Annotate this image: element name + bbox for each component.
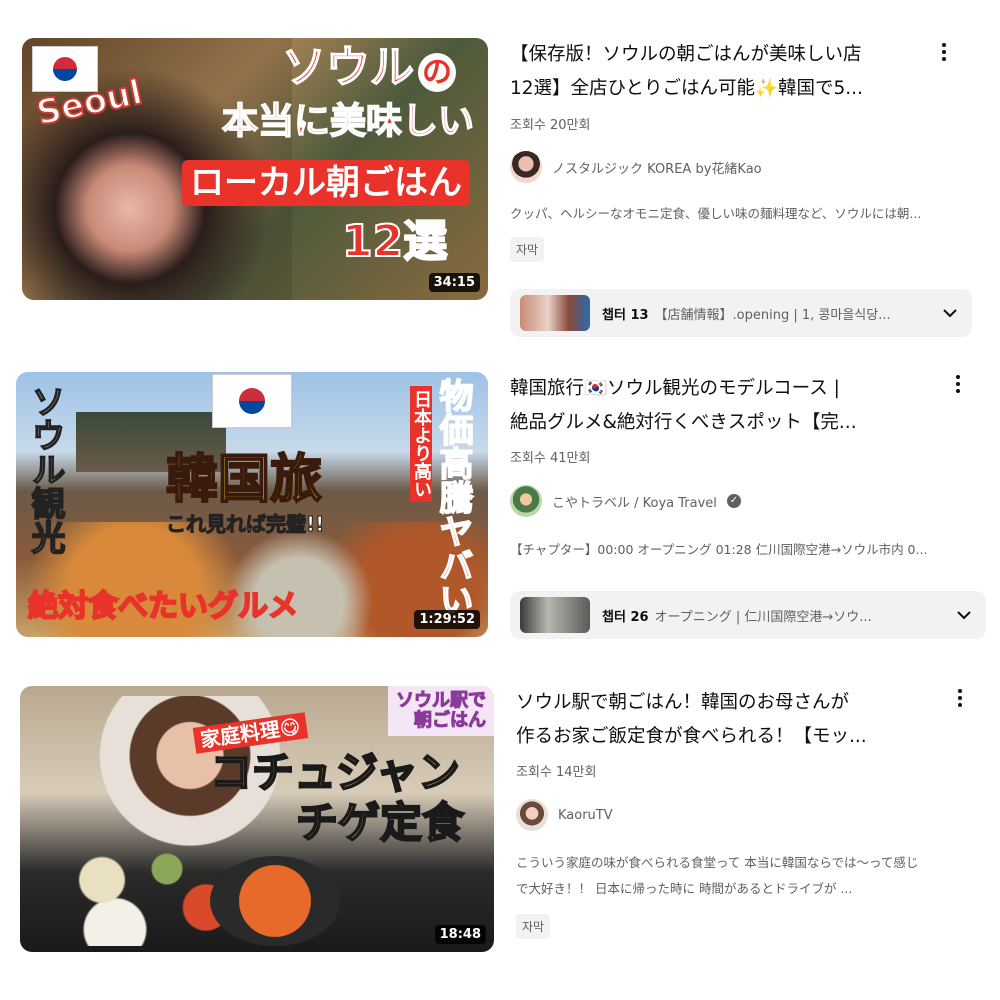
video-description: クッパ、ヘルシーなオモニ定食、優しい味の麺料理など、ソウルには朝...: [510, 201, 985, 227]
view-count: 조회수 20만회: [510, 118, 591, 133]
more-vert-icon[interactable]: [948, 686, 972, 710]
description-line: 【チャプター】00:00 オープニング 01:28 仁川国際空港→ソウル市内 0…: [510, 542, 928, 557]
video-thumbnail[interactable]: Seoul ソウルの 本当に美味しい ローカル朝ごはん 12選 34:15: [22, 38, 488, 300]
video-title-line: 絶品グルメ&絶対行くべきスポット【完...: [510, 412, 857, 433]
channel-name[interactable]: KaoruTV: [558, 808, 613, 823]
thumb-text-delicious: 本当に美味しい: [221, 101, 475, 142]
video-duration: 18:48: [434, 925, 486, 944]
thumb-text-breakfast: ローカル朝ごはん: [182, 160, 470, 206]
view-count: 조회수 41만회: [510, 451, 591, 466]
chapters-expander[interactable]: 챕터 26 オープニング | 仁川国際空港→ソウ...: [510, 591, 986, 639]
video-description: 【チャプター】00:00 オープニング 01:28 仁川国際空港→ソウル市内 0…: [510, 537, 985, 563]
subtitle-badge: 자막: [516, 914, 551, 939]
video-title-line: 韓国旅行🇰🇷ソウル観光のモデルコース |: [510, 378, 840, 399]
thumb-text-no: の: [418, 53, 456, 92]
korea-flag-icon: [212, 374, 292, 428]
video-thumbnail[interactable]: ソウル観光 韓国旅 これ見れば完璧!! 物価高騰ヤバい 日本より高い 絶対食べた…: [16, 372, 488, 637]
chapter-text: 챕터 26 オープニング | 仁川国際空港→ソウ...: [602, 606, 940, 625]
thumb-text-higher-than-japan: 日本より高い: [410, 386, 432, 502]
subtitle-badge: 자막: [510, 237, 545, 262]
description-line: で大好き！！ 日本に帰った時に 時間があるとドライブが ...: [516, 881, 853, 896]
thumb-text-perfect: これ見れば完璧!!: [165, 512, 325, 536]
video-title[interactable]: 韓国旅行🇰🇷ソウル観光のモデルコース | 絶品グルメ&絶対行くべきスポット【完.…: [510, 372, 900, 440]
video-duration: 1:29:52: [414, 610, 480, 629]
thumb-text-jjigae: チゲ定食: [295, 798, 465, 847]
avatar[interactable]: [510, 485, 542, 517]
channel-link[interactable]: ノスタルジック KOREA by花緒Kao: [510, 151, 762, 183]
thumb-text-korea-trip: 韓国旅: [165, 450, 323, 510]
description-line: クッパ、ヘルシーなオモニ定食、優しい味の麺料理など、ソウルには朝...: [510, 206, 922, 221]
thumb-text-asagohan: 朝ごはん: [414, 710, 487, 731]
video-title[interactable]: 【保存版！ソウルの朝ごはんが美味しい店 12選】全店ひとりごはん可能✨韓国で5.…: [510, 38, 900, 106]
video-title[interactable]: ソウル駅で朝ごはん！韓国のお母さんが 作るお家ご飯定食が食べられる！【モッ...: [516, 686, 906, 754]
channel-link[interactable]: こやトラベル / Koya Travel ✓: [510, 485, 741, 517]
avatar[interactable]: [510, 151, 542, 183]
thumb-text-seoul-station: ソウル駅で: [396, 690, 487, 711]
video-title-line: 【保存版！ソウルの朝ごはんが美味しい店: [510, 44, 862, 65]
channel-name[interactable]: ノスタルジック KOREA by花緒Kao: [552, 158, 762, 177]
more-vert-icon[interactable]: [932, 40, 956, 64]
chapter-count: 챕터 13: [602, 307, 649, 323]
thumb-text-seoul-jp: ソウル: [281, 42, 415, 93]
video-title-line: 作るお家ご飯定食が食べられる！【モッ...: [516, 726, 867, 747]
chapter-thumbnail: [520, 597, 590, 633]
video-duration: 34:15: [428, 273, 480, 292]
chapter-thumbnail: [520, 295, 590, 331]
thumb-text-12: 12選: [341, 216, 448, 267]
video-title-line: 12選】全店ひとりごはん可能✨韓国で5...: [510, 78, 863, 99]
chapters-expander[interactable]: 챕터 13 【店舗情報】.opening | 1, 콩마을식당...: [510, 289, 972, 337]
chapter-count: 챕터 26: [602, 609, 649, 625]
chapter-text: 챕터 13 【店舗情報】.opening | 1, 콩마을식당...: [602, 304, 926, 323]
view-count: 조회수 14만회: [516, 765, 597, 780]
chapter-title: オープニング | 仁川国際空港→ソウ...: [654, 609, 872, 625]
description-line: こういう家庭の味が食べられる食堂って 本当に韓国ならでは～って感じ: [516, 855, 919, 870]
avatar[interactable]: [516, 799, 548, 831]
video-title-line: ソウル駅で朝ごはん！韓国のお母さんが: [516, 692, 850, 713]
thumb-text-corner: ソウル駅で 朝ごはん: [388, 686, 494, 736]
more-vert-icon[interactable]: [946, 372, 970, 396]
channel-link[interactable]: KaoruTV: [516, 799, 613, 831]
chevron-down-icon[interactable]: [938, 301, 962, 325]
channel-name[interactable]: こやトラベル / Koya Travel: [552, 492, 717, 511]
chevron-down-icon[interactable]: [952, 603, 976, 627]
video-description: こういう家庭の味が食べられる食堂って 本当に韓国ならでは～って感じ で大好き！！…: [516, 850, 986, 902]
video-thumbnail[interactable]: ソウル駅で 朝ごはん 家庭料理😋 コチュジャン チゲ定食 18:48: [20, 686, 494, 952]
thumb-text-gourmet: 絶対食べたいグルメ: [27, 589, 299, 624]
thumb-text-prices: 物価高騰ヤバい: [432, 377, 474, 617]
thumb-text-gochujang: コチュジャン: [209, 748, 461, 797]
chapter-title: 【店舗情報】.opening | 1, 콩마을식당...: [654, 307, 891, 323]
verified-check-icon: ✓: [726, 494, 741, 508]
thumb-text-seoul-sightseeing: ソウル観光: [24, 383, 66, 555]
